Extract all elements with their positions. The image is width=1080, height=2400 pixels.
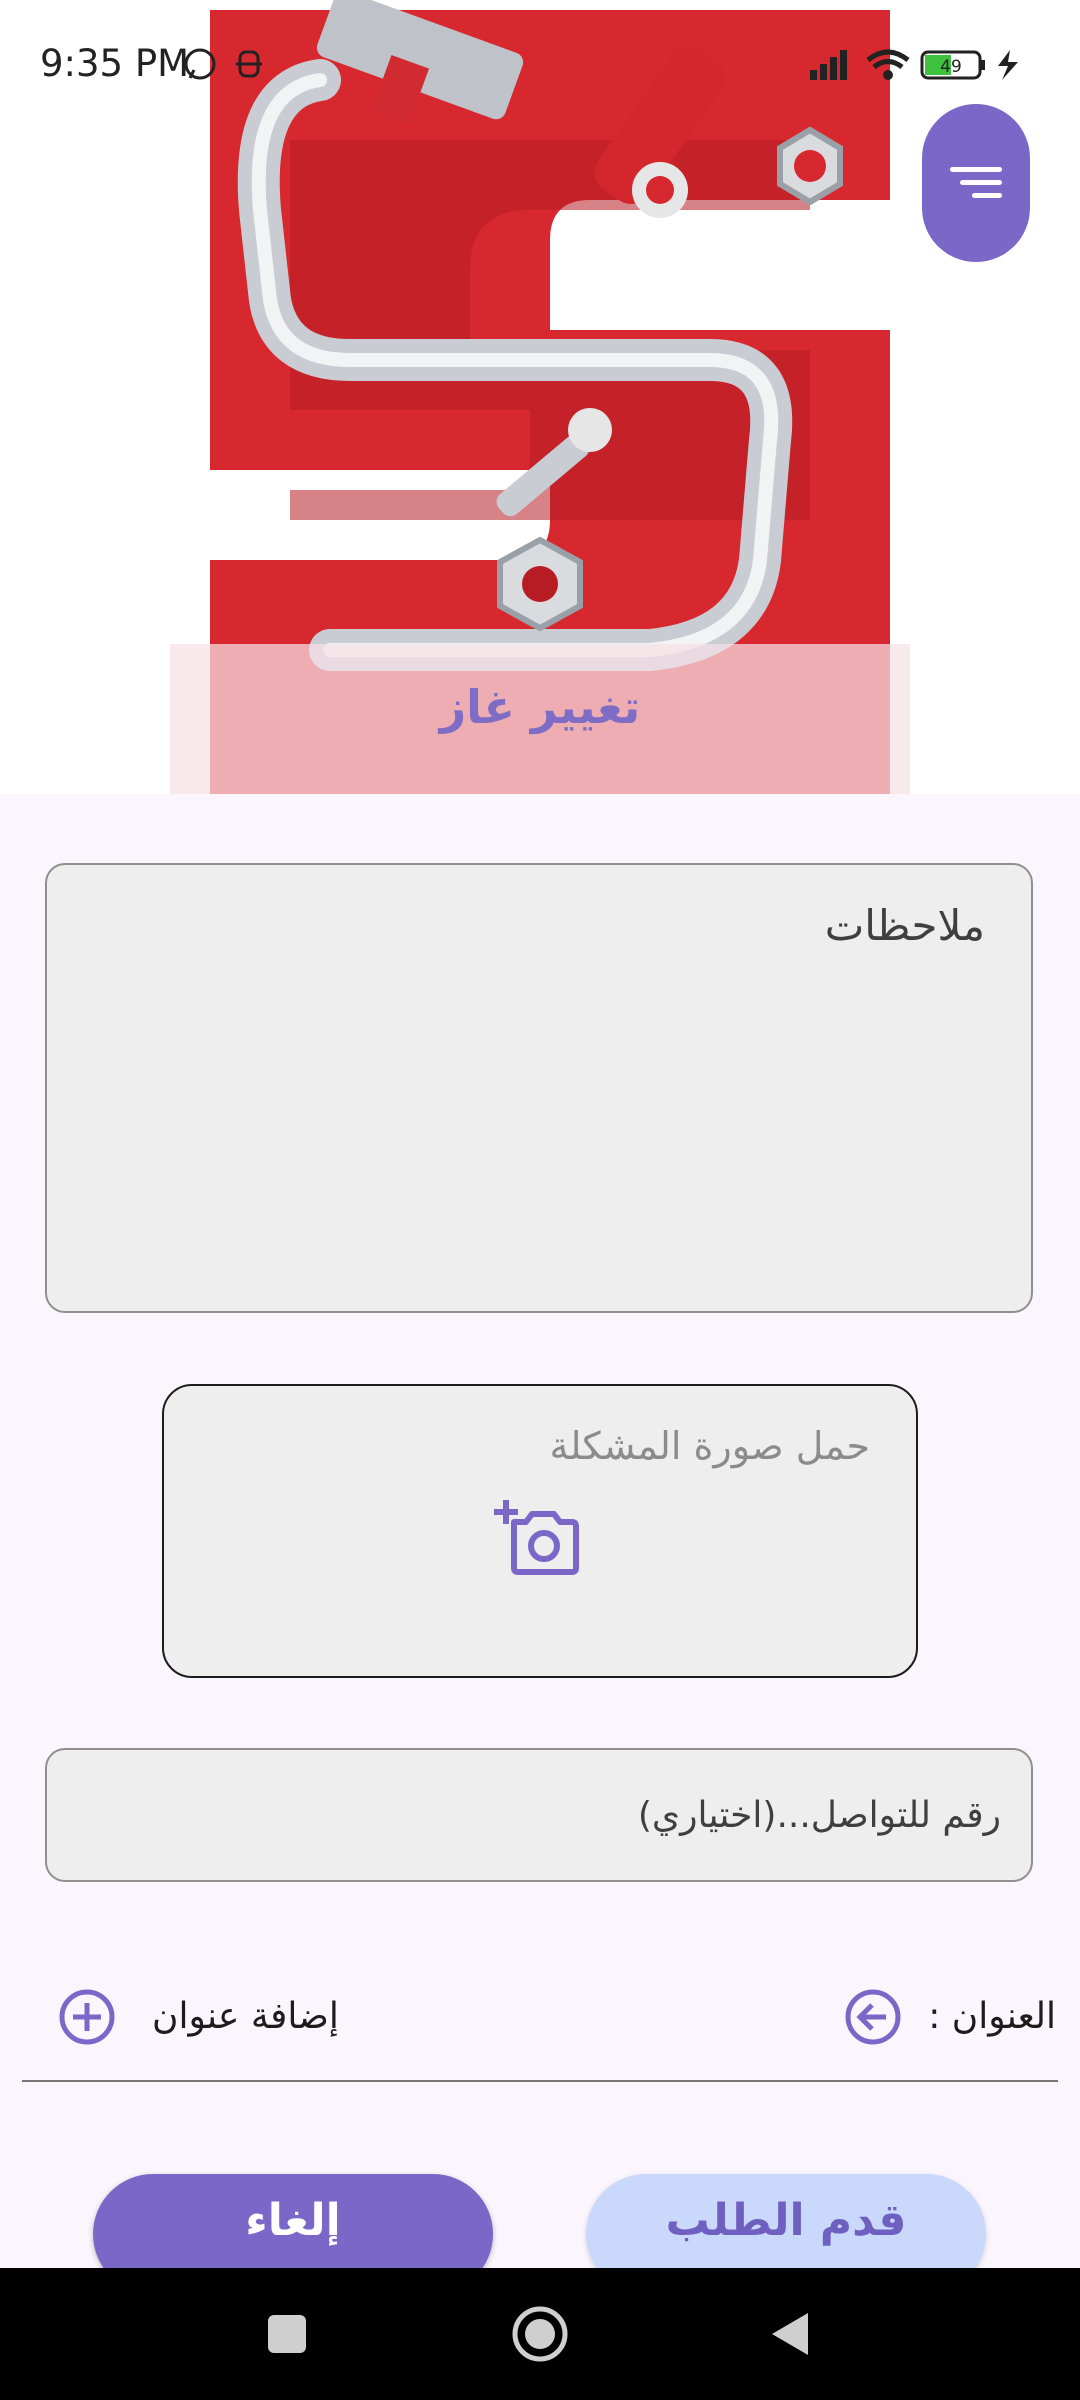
upload-photo-label: حمل صورة المشكلة bbox=[549, 1424, 871, 1468]
notes-field[interactable]: ملاحظات bbox=[45, 863, 1033, 1313]
status-time: 9:35 PM bbox=[40, 42, 190, 85]
recents-button[interactable] bbox=[227, 2268, 347, 2400]
signal-icon bbox=[810, 50, 847, 80]
recents-square-icon bbox=[268, 2315, 306, 2353]
whatsapp-icon bbox=[184, 48, 216, 80]
menu-button[interactable] bbox=[922, 104, 1030, 262]
arrow-left-circle-icon[interactable] bbox=[844, 1988, 902, 2046]
notes-placeholder: ملاحظات bbox=[824, 901, 985, 950]
home-circle-icon bbox=[512, 2306, 568, 2362]
address-divider bbox=[22, 2080, 1058, 2082]
service-title: تغيير غاز bbox=[439, 680, 641, 734]
battery-icon: 49 bbox=[920, 50, 985, 80]
upload-photo-button[interactable]: حمل صورة المشكلة bbox=[162, 1384, 918, 1678]
back-button[interactable] bbox=[730, 2268, 850, 2400]
address-label: العنوان : bbox=[928, 1996, 1056, 2037]
status-left-icons bbox=[182, 44, 272, 88]
address-row: العنوان : إضافة عنوان bbox=[0, 1978, 1080, 2058]
filter-menu-icon bbox=[950, 167, 1002, 198]
status-right-icons: 49 bbox=[810, 44, 1040, 88]
back-triangle-icon bbox=[772, 2313, 808, 2355]
add-photo-icon bbox=[494, 1500, 579, 1575]
notification-icon bbox=[236, 50, 262, 78]
charging-icon bbox=[998, 50, 1018, 80]
wifi-icon bbox=[866, 49, 910, 80]
navigation-bar bbox=[0, 2268, 1080, 2400]
add-address-label[interactable]: إضافة عنوان bbox=[152, 1996, 339, 2037]
phone-field[interactable] bbox=[45, 1748, 1033, 1882]
plus-circle-icon[interactable] bbox=[58, 1988, 116, 2046]
phone-input[interactable] bbox=[47, 1750, 1031, 1880]
battery-level: 49 bbox=[940, 57, 962, 77]
home-button[interactable] bbox=[480, 2268, 600, 2400]
status-bar: 9:35 PM 49 bbox=[0, 0, 1080, 130]
